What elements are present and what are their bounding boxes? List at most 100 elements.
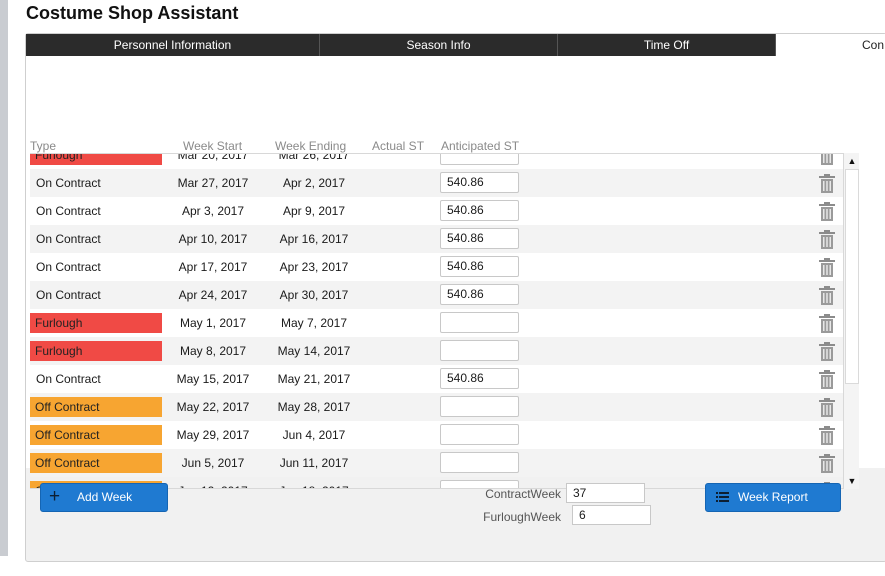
table-row[interactable]: On Contract Apr 24, 2017 Apr 30, 2017 540.8… xyxy=(30,281,843,309)
table-row[interactable]: On Contract Mar 27, 2017 Apr 2, 2017 540.86 xyxy=(30,169,843,197)
trash-icon[interactable] xyxy=(818,230,836,249)
contract-week-label: ContractWeek xyxy=(485,487,561,501)
table-row[interactable]: On Contract Apr 17, 2017 Apr 23, 2017 540.8… xyxy=(30,253,843,281)
tab-time-off[interactable]: Time Off xyxy=(558,34,776,56)
week-ending-cell: Apr 23, 2017 xyxy=(279,260,349,274)
scroll-up-arrow-icon[interactable]: ▲ xyxy=(844,153,860,169)
trash-icon[interactable] xyxy=(818,370,836,389)
week-ending-cell: Mar 26, 2017 xyxy=(278,153,350,162)
table-row[interactable]: On Contract Apr 10, 2017 Apr 16, 2017 540.8… xyxy=(30,225,843,253)
anticipated-st-input[interactable] xyxy=(440,340,519,361)
column-header-week-start[interactable]: Week Start xyxy=(183,139,242,153)
furlough-week-label: FurloughWeek xyxy=(483,510,561,524)
week-start-cell: Apr 10, 2017 xyxy=(178,232,248,246)
week-start-cell: May 15, 2017 xyxy=(176,372,250,386)
table-row[interactable]: Furlough Mar 20, 2017 Mar 26, 2017 xyxy=(30,153,843,169)
column-header-anticipated-st[interactable]: Anticipated ST xyxy=(441,139,519,153)
type-cell[interactable]: On Contract xyxy=(30,365,162,393)
add-week-label: Add Week xyxy=(77,490,133,504)
trash-icon[interactable] xyxy=(818,314,836,333)
type-badge: Furlough xyxy=(30,313,162,333)
week-start-cell: Mar 20, 2017 xyxy=(177,153,249,162)
week-table: Furlough Mar 20, 2017 Mar 26, 2017 On Contr… xyxy=(30,153,843,489)
week-start-cell: Mar 27, 2017 xyxy=(177,176,249,190)
table-scrollbar[interactable]: ▲ ▼ xyxy=(843,153,859,489)
tab-season-info[interactable]: Season Info xyxy=(320,34,558,56)
week-ending-cell: Apr 2, 2017 xyxy=(282,176,346,190)
table-row[interactable]: Off Contract May 29, 2017 Jun 4, 2017 xyxy=(30,421,843,449)
anticipated-st-input[interactable] xyxy=(440,452,519,473)
tab-personnel-information[interactable]: Personnel Information xyxy=(26,34,320,56)
week-ending-cell: May 28, 2017 xyxy=(277,400,351,414)
scroll-thumb[interactable] xyxy=(845,169,859,384)
trash-icon[interactable] xyxy=(818,154,836,165)
contract-week-field[interactable]: 37 xyxy=(566,483,645,503)
anticipated-st-input[interactable]: 540.86 xyxy=(440,172,519,193)
week-start-cell: May 22, 2017 xyxy=(176,400,250,414)
add-week-button[interactable]: + Add Week xyxy=(40,483,168,512)
week-report-label: Week Report xyxy=(738,490,808,504)
furlough-week-field[interactable]: 6 xyxy=(572,505,651,525)
trash-icon[interactable] xyxy=(818,454,836,473)
type-cell[interactable]: On Contract xyxy=(30,225,162,253)
trash-icon[interactable] xyxy=(818,398,836,417)
scroll-down-arrow-icon[interactable]: ▼ xyxy=(844,473,860,489)
week-ending-cell: Jun 11, 2017 xyxy=(279,456,349,470)
week-ending-cell: Apr 9, 2017 xyxy=(282,204,346,218)
table-row[interactable]: Off Contract Jun 5, 2017 Jun 11, 2017 xyxy=(30,449,843,477)
type-cell[interactable]: Off Contract xyxy=(30,449,162,477)
anticipated-st-input[interactable]: 540.86 xyxy=(440,228,519,249)
type-badge: Off Contract xyxy=(30,425,162,445)
week-start-cell: May 1, 2017 xyxy=(179,316,247,330)
type-cell[interactable]: On Contract xyxy=(30,169,162,197)
anticipated-st-input[interactable]: 540.86 xyxy=(440,256,519,277)
week-start-cell: Jun 5, 2017 xyxy=(181,456,245,470)
trash-icon[interactable] xyxy=(818,286,836,305)
week-ending-cell: May 7, 2017 xyxy=(280,316,348,330)
trash-icon[interactable] xyxy=(818,174,836,193)
tab-contract[interactable]: Con xyxy=(776,34,885,56)
type-cell[interactable]: On Contract xyxy=(30,197,162,225)
week-ending-cell: Jun 4, 2017 xyxy=(282,428,346,442)
week-report-button[interactable]: Week Report xyxy=(705,483,841,512)
type-badge: Furlough xyxy=(30,341,162,361)
type-cell[interactable]: Off Contract xyxy=(30,421,162,449)
week-start-cell: Apr 3, 2017 xyxy=(181,204,245,218)
tab-content: Type Week Start Week Ending Actual ST An… xyxy=(26,56,885,489)
week-ending-cell: May 21, 2017 xyxy=(277,372,351,386)
trash-icon[interactable] xyxy=(818,426,836,445)
anticipated-st-input[interactable] xyxy=(440,312,519,333)
table-row[interactable]: On Contract May 15, 2017 May 21, 2017 540.8… xyxy=(30,365,843,393)
type-cell[interactable]: Furlough xyxy=(30,309,162,337)
anticipated-st-input[interactable] xyxy=(440,154,519,165)
table-row[interactable]: Off Contract May 22, 2017 May 28, 2017 xyxy=(30,393,843,421)
type-badge: Off Contract xyxy=(30,453,162,473)
tab-bar: Personnel Information Season Info Time O… xyxy=(26,34,885,56)
type-cell[interactable]: Furlough xyxy=(30,337,162,365)
week-ending-cell: Apr 30, 2017 xyxy=(279,288,349,302)
column-header-week-ending[interactable]: Week Ending xyxy=(275,139,346,153)
week-ending-cell: Jun 18, 2017 xyxy=(264,477,364,488)
trash-icon[interactable] xyxy=(818,258,836,277)
anticipated-st-input[interactable] xyxy=(440,424,519,445)
column-header-type[interactable]: Type xyxy=(30,139,56,153)
anticipated-st-input[interactable] xyxy=(440,396,519,417)
week-ending-cell: May 14, 2017 xyxy=(277,344,351,358)
type-cell[interactable]: On Contract xyxy=(30,281,162,309)
anticipated-st-input[interactable]: 540.86 xyxy=(440,200,519,221)
trash-icon[interactable] xyxy=(818,342,836,361)
anticipated-st-input[interactable]: 540.86 xyxy=(440,284,519,305)
column-header-actual-st[interactable]: Actual ST xyxy=(372,139,424,153)
week-start-cell: May 8, 2017 xyxy=(179,344,247,358)
type-cell[interactable]: Off Contract xyxy=(30,393,162,421)
list-report-icon xyxy=(716,492,729,502)
week-start-cell: May 29, 2017 xyxy=(176,428,250,442)
trash-icon[interactable] xyxy=(818,202,836,221)
anticipated-st-input[interactable]: 540.86 xyxy=(440,368,519,389)
plus-icon: + xyxy=(49,486,61,507)
type-cell[interactable]: Furlough xyxy=(30,154,162,169)
table-row[interactable]: Furlough May 1, 2017 May 7, 2017 xyxy=(30,309,843,337)
table-row[interactable]: Furlough May 8, 2017 May 14, 2017 xyxy=(30,337,843,365)
table-row[interactable]: On Contract Apr 3, 2017 Apr 9, 2017 540.86 xyxy=(30,197,843,225)
type-cell[interactable]: On Contract xyxy=(30,253,162,281)
